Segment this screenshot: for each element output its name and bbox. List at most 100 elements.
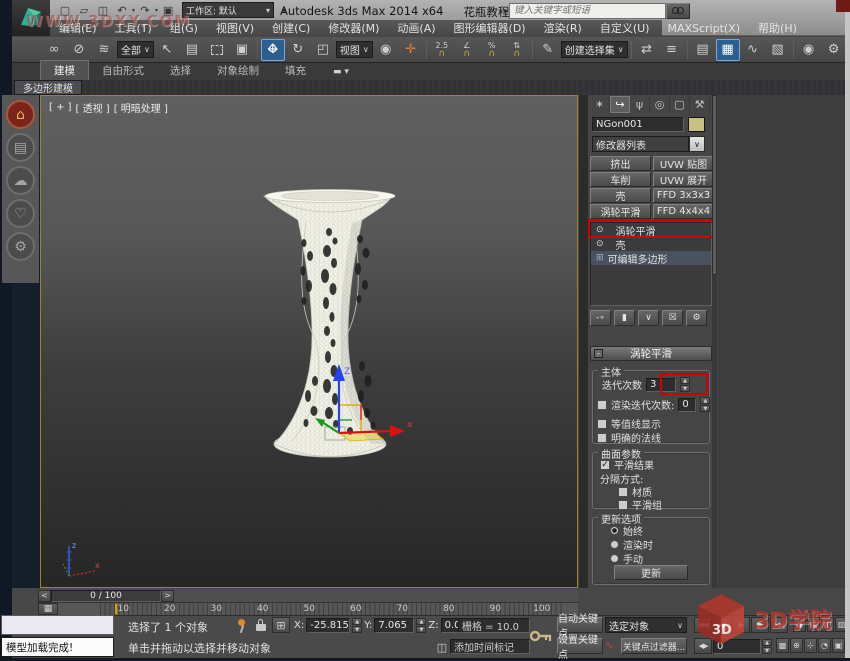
cloud-icon[interactable]: ☁ — [6, 166, 35, 195]
update-button[interactable]: 更新 — [614, 565, 688, 580]
modifier-button-uvw-map[interactable]: UVW 贴图 — [653, 156, 714, 171]
render-iterations-spinner[interactable]: ▲ ▼ — [700, 397, 711, 412]
panel-scrollbar[interactable] — [712, 95, 717, 588]
tab-utilities[interactable]: ⚒ — [690, 96, 710, 113]
news-page-icon[interactable]: ▤ — [6, 133, 35, 162]
isolate-selection-pin-icon[interactable] — [233, 618, 247, 634]
spinner-snap-icon[interactable]: ⇅ ∩ — [505, 39, 529, 61]
modifier-button-shell[interactable]: 壳 — [590, 188, 651, 203]
ribbon-panel-polygon-modeling[interactable]: 多边形建模 — [14, 80, 82, 95]
y-coordinate-field[interactable]: 7.065 — [374, 618, 415, 633]
explicit-normals-checkbox[interactable] — [597, 432, 607, 443]
menu-modifiers[interactable]: 修改器(M) — [319, 18, 388, 38]
ribbon-tab-populate[interactable]: 填充 — [272, 61, 319, 80]
ribbon-tab-modeling[interactable]: 建模 — [40, 60, 89, 80]
close-button[interactable] — [836, 0, 850, 12]
select-and-manipulate-icon[interactable]: ✛ — [399, 39, 423, 61]
modifier-list-select[interactable]: 修改器列表 — [592, 136, 689, 152]
track-bar[interactable]: ▦ 10 20 30 40 50 60 70 80 90 100 — [38, 602, 578, 615]
layer-manager-icon[interactable]: ▤ — [691, 39, 715, 61]
menu-views[interactable]: 视图(V) — [207, 18, 263, 38]
turbosmooth-rollout-header[interactable]: - 涡轮平滑 — [590, 346, 712, 361]
ribbon-tab-freeform[interactable]: 自由形式 — [89, 61, 157, 80]
tab-display[interactable]: ▢ — [670, 96, 690, 113]
rollout-collapse-icon[interactable]: - — [594, 349, 603, 358]
x-coordinate-field[interactable]: -25.815 — [306, 618, 351, 633]
render-setup-icon[interactable]: ⚙ — [822, 39, 846, 61]
menu-rendering[interactable]: 渲染(R) — [535, 18, 591, 38]
smoothing-groups-checkbox[interactable] — [618, 499, 628, 510]
modifier-button-lathe[interactable]: 车削 — [590, 172, 651, 187]
snap-toggle-icon[interactable]: 2.5 ∩ — [430, 39, 454, 61]
menu-animation[interactable]: 动画(A) — [388, 18, 444, 38]
ribbon-toggle-icon[interactable]: ▦ — [715, 38, 740, 61]
bind-to-spacewarp-icon[interactable]: ≋ — [92, 39, 116, 61]
settings-gear-icon[interactable]: ⚙ — [6, 232, 35, 261]
stack-item-turbosmooth[interactable]: ⊙ 涡轮平滑 — [591, 223, 711, 238]
material-editor-icon[interactable]: ◉ — [797, 39, 821, 61]
tab-motion[interactable]: ◎ — [650, 96, 670, 113]
set-keys-button[interactable] — [528, 617, 554, 655]
smooth-result-checkbox[interactable]: ✓ — [600, 459, 610, 470]
modifier-button-ffd-4x4x4[interactable]: FFD 4x4x4 — [653, 204, 714, 219]
mirror-icon[interactable]: ⇄ — [635, 39, 659, 61]
key-filters-button[interactable]: 关键点过滤器... — [621, 638, 687, 654]
select-and-rotate-icon[interactable]: ↻ — [286, 39, 310, 61]
viewport-pov-menu[interactable]: [ 透视 ] — [76, 100, 110, 115]
ribbon-tab-selection[interactable]: 选择 — [157, 61, 204, 80]
set-key-button[interactable]: 设置关键点 — [557, 635, 603, 661]
curve-editor-icon[interactable]: ∿ — [741, 39, 765, 61]
ribbon-minimize-button[interactable]: ▬ ▾ — [333, 67, 349, 80]
update-manually-radio[interactable] — [610, 554, 619, 563]
menu-maxscript[interactable]: MAXScript(X) — [658, 20, 749, 37]
object-name-field[interactable]: NGon001 — [592, 117, 684, 132]
modifier-button-extrude[interactable]: 挤出 — [590, 156, 651, 171]
menu-customize[interactable]: 自定义(U) — [591, 18, 659, 38]
select-and-scale-icon[interactable]: ◰ — [311, 39, 335, 61]
percent-snap-icon[interactable]: % ∩ — [480, 39, 504, 61]
time-slider-handle[interactable]: 0 / 100 — [51, 589, 161, 602]
use-center-flyout-icon[interactable]: ◉ — [374, 39, 398, 61]
modifier-button-turbosmooth[interactable]: 涡轮平滑 — [590, 204, 651, 219]
reference-coordinate-select[interactable]: 视图 ∨ — [335, 41, 373, 58]
stack-item-editable-poly[interactable]: ⊞ 可编辑多边形 — [591, 251, 711, 266]
menu-graph-editors[interactable]: 图形编辑器(D) — [445, 18, 535, 38]
absolute-relative-transform-icon[interactable]: ⊞ — [272, 617, 290, 633]
browser-scrollbar-strip[interactable] — [845, 12, 850, 658]
isoline-display-checkbox[interactable] — [597, 418, 607, 429]
tab-modify[interactable]: ↪ — [610, 96, 630, 113]
pin-stack-icon[interactable]: -∘ — [590, 310, 611, 326]
menu-create[interactable]: 创建(C) — [263, 18, 319, 38]
select-and-link-icon[interactable]: ∞ — [42, 39, 66, 61]
tab-create[interactable]: ✶ — [590, 96, 610, 113]
maximize-viewport-toggle-icon[interactable]: ▣ — [832, 638, 845, 653]
new-key-curve-icon[interactable]: ∿ — [605, 639, 619, 652]
iterations-field[interactable]: 3 — [646, 377, 676, 392]
modifier-button-ffd-3x3x3[interactable]: FFD 3x3x3 — [653, 188, 714, 203]
adaptive-degradation-icon[interactable]: ◫ — [433, 639, 451, 655]
time-slider-prev-button[interactable]: < — [38, 589, 51, 602]
menu-help[interactable]: 帮助(H) — [749, 18, 806, 38]
iterations-spinner[interactable]: ▲ ▼ — [680, 377, 690, 392]
keyboard-shortcut-override-icon[interactable]: ✎ — [536, 39, 560, 61]
select-object-icon[interactable]: ↖ — [155, 39, 179, 61]
selection-lock-icon[interactable] — [253, 618, 269, 633]
ribbon-tab-object-paint[interactable]: 对象绘制 — [204, 61, 272, 80]
perspective-viewport[interactable]: [ + ] [ 透视 ] [ 明暗处理 ] Z x z x — [40, 95, 578, 588]
stack-item-shell[interactable]: ⊙ 壳 — [591, 237, 711, 252]
remove-modifier-icon[interactable]: ☒ — [662, 310, 683, 326]
object-color-swatch[interactable] — [688, 117, 705, 132]
visibility-bulb-icon[interactable]: ⊙ — [596, 225, 604, 235]
time-slider-next-button[interactable]: > — [161, 589, 174, 602]
select-and-move-icon[interactable]: ↔ ↕ — [260, 38, 285, 61]
configure-modifier-sets-icon[interactable]: ⚙ — [686, 310, 707, 326]
select-by-name-icon[interactable]: ▤ — [180, 39, 204, 61]
render-iterations-checkbox[interactable] — [597, 399, 607, 410]
show-end-result-icon[interactable]: ▮ — [614, 310, 635, 326]
named-selection-sets-select[interactable]: 创建选择集 ∨ — [560, 41, 628, 58]
make-unique-icon[interactable]: ∨ — [638, 310, 659, 326]
selection-filter-select[interactable]: 全部 ∨ — [117, 41, 154, 58]
angle-snap-icon[interactable]: ∠ ∩ — [455, 39, 479, 61]
render-iterations-field[interactable]: 0 — [678, 397, 697, 412]
key-mode-select[interactable]: 选定对象 ∨ — [605, 617, 687, 633]
